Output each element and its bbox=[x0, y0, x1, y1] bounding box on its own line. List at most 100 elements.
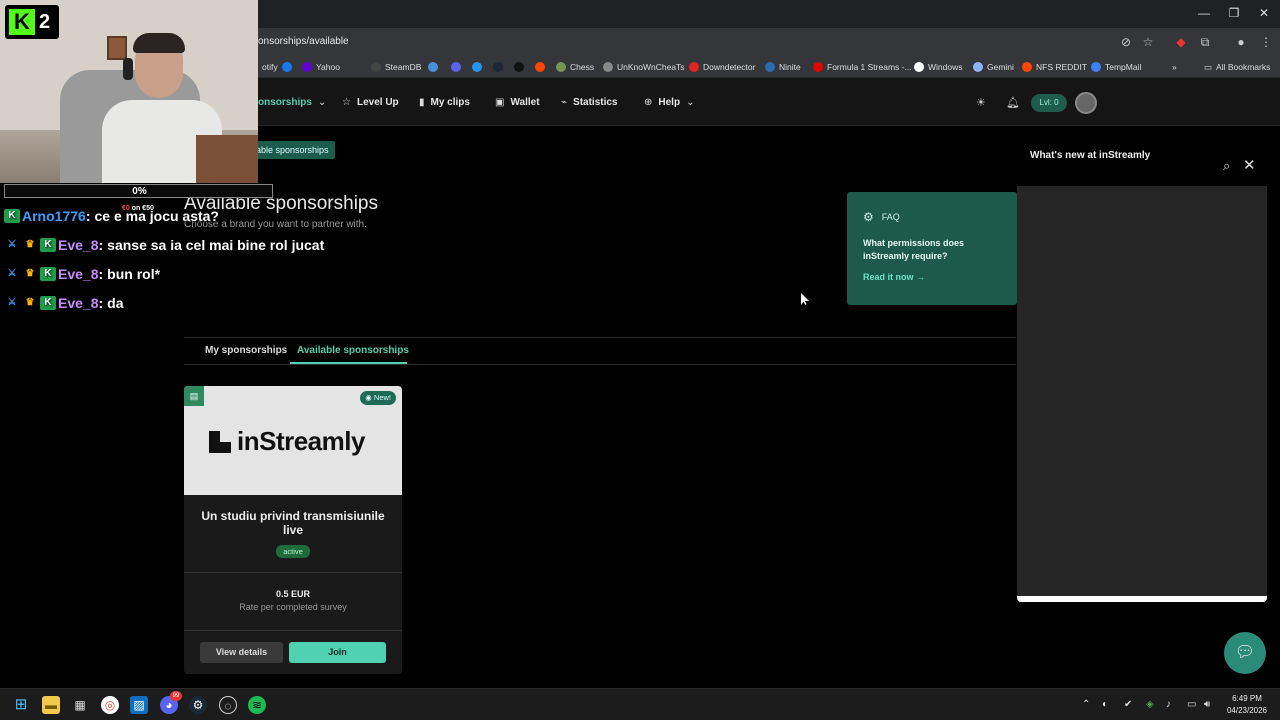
sub-badge-icon: K bbox=[40, 296, 56, 310]
nav-wallet-label: Wallet bbox=[510, 97, 540, 108]
all-bookmarks[interactable]: ▭ All Bookmarks bbox=[1204, 60, 1270, 74]
bookmarks-overflow-icon[interactable]: » bbox=[1172, 60, 1177, 74]
close-window-button[interactable]: ✕ bbox=[1256, 6, 1272, 20]
eye-off-icon[interactable]: ⊘ bbox=[1118, 34, 1134, 50]
nav-level-up[interactable]: ☆ Level Up bbox=[342, 97, 399, 108]
nav-help[interactable]: ⊕ Help ⌄ bbox=[644, 97, 694, 108]
nav-help-label: Help bbox=[658, 97, 681, 108]
shield-icon[interactable]: ◈ bbox=[1146, 699, 1154, 710]
steamdb-icon bbox=[371, 62, 381, 72]
chat-text: da bbox=[107, 295, 124, 311]
bookmark-yahoo[interactable]: Yahoo bbox=[302, 60, 340, 74]
restore-button[interactable]: ❐ bbox=[1226, 6, 1242, 20]
nav-my-clips[interactable]: ▮ My clips bbox=[419, 97, 470, 108]
tab-available-sponsorships[interactable]: Available sponsorships bbox=[297, 345, 409, 356]
nav-wallet[interactable]: ▣ Wallet bbox=[495, 97, 540, 108]
reddit-icon bbox=[1022, 62, 1032, 72]
chat-support-icon[interactable]: 💬︎ bbox=[1224, 632, 1266, 674]
spotify-icon[interactable]: ≋ bbox=[248, 696, 266, 714]
f1-icon bbox=[813, 62, 823, 72]
clock[interactable]: 6:49 PM 04/23/2026 bbox=[1222, 693, 1272, 717]
tempmail-icon bbox=[1091, 62, 1101, 72]
divider bbox=[184, 630, 402, 631]
chat-separator: : bbox=[98, 266, 104, 282]
windows-start-icon[interactable]: ⊞ bbox=[12, 696, 30, 714]
bookmark-target[interactable] bbox=[514, 60, 524, 74]
bookmark-gemini[interactable]: Gemini bbox=[973, 60, 1014, 74]
microphone-icon[interactable]: ♪ bbox=[1166, 699, 1171, 710]
chrome-icon[interactable]: ◎ bbox=[101, 696, 119, 714]
faq-read-link[interactable]: Read it now → bbox=[863, 272, 925, 282]
arrow-right-icon: → bbox=[916, 272, 926, 282]
sword-badge-icon: ⚔ bbox=[7, 239, 17, 250]
avatar[interactable] bbox=[1075, 92, 1097, 114]
steam-tray-icon[interactable]: ◐ bbox=[1102, 699, 1108, 710]
divider bbox=[184, 572, 402, 573]
chat-text: sanse sa ia cel mai bine rol jucat bbox=[107, 237, 325, 253]
extensions-puzzle-icon[interactable]: ⧉ bbox=[1197, 34, 1213, 50]
level-badge[interactable]: Lvl: 0 bbox=[1031, 94, 1067, 112]
brand-banner: ▤ ◉ New! inStreamly bbox=[184, 386, 402, 495]
steam-icon[interactable]: ⚙ bbox=[189, 696, 207, 714]
wallet-icon: ▣ bbox=[495, 97, 505, 108]
bookmark-formula-1-streams[interactable]: Formula 1 Streams -... bbox=[813, 60, 912, 74]
sponsorship-card[interactable]: ▤ ◉ New! inStreamly Un studiu privind tr… bbox=[184, 386, 402, 674]
bookmark-flathub[interactable] bbox=[428, 60, 438, 74]
help-icon: ⊕ bbox=[644, 97, 653, 108]
store-icon[interactable]: ▦ bbox=[71, 696, 89, 714]
bookmark-discord[interactable] bbox=[451, 60, 461, 74]
search-icon[interactable]: ⌕ bbox=[1223, 158, 1230, 174]
crown-badge-icon: ♛ bbox=[25, 239, 35, 250]
minimize-button[interactable]: — bbox=[1196, 6, 1212, 20]
bookmark-windows[interactable]: Windows bbox=[914, 60, 962, 74]
bookmark-tempmail[interactable]: TempMail bbox=[1091, 60, 1141, 74]
bookmark-steamdb[interactable]: SteamDB bbox=[371, 60, 421, 74]
star-bookmark-icon[interactable]: ☆ bbox=[1140, 34, 1156, 50]
gemini-icon bbox=[973, 62, 983, 72]
bookmark-nfs-reddit[interactable]: NFS REDDIT bbox=[1022, 60, 1087, 74]
tab-my-sponsorships[interactable]: My sponsorships bbox=[205, 345, 287, 356]
breadcrumb[interactable]: able sponsorships bbox=[250, 141, 335, 159]
view-details-button[interactable]: View details bbox=[200, 642, 283, 663]
extension-shield-icon[interactable]: ◆ bbox=[1173, 34, 1189, 50]
nav-statistics[interactable]: ⌁ Statistics bbox=[561, 97, 618, 108]
mouse-cursor bbox=[801, 293, 809, 305]
profile-icon[interactable]: ● bbox=[1233, 34, 1249, 50]
chat-separator: : bbox=[85, 208, 91, 224]
flame-icon: ◉ bbox=[365, 393, 374, 402]
close-icon[interactable]: ✕ bbox=[1243, 156, 1256, 174]
downdetector-icon bbox=[689, 62, 699, 72]
wall-icon-frame bbox=[107, 36, 127, 60]
nav-sponsorships-label: onsorships bbox=[258, 97, 312, 108]
ninite-icon bbox=[765, 62, 775, 72]
bookmark-steam[interactable] bbox=[493, 60, 503, 74]
discord-badge: 99 bbox=[170, 691, 182, 701]
join-button[interactable]: Join bbox=[289, 642, 386, 663]
menu-kebab-icon[interactable]: ⋮ bbox=[1258, 34, 1274, 50]
nav-sponsorships[interactable]: onsorships ⌄ bbox=[258, 97, 326, 108]
url-text[interactable]: onsorships/available bbox=[258, 36, 349, 47]
active-tab-indicator bbox=[290, 362, 407, 364]
sword-badge-icon: ⚔ bbox=[7, 297, 17, 308]
volume-icon[interactable]: 🔊︎ bbox=[1204, 699, 1210, 710]
tray-overflow-icon[interactable]: ⌃ bbox=[1082, 699, 1090, 710]
panel-footer bbox=[1017, 596, 1267, 602]
bookmark-unknowncheats[interactable]: UnKnoWnCheaTs bbox=[603, 60, 685, 74]
brand-logo: inStreamly bbox=[209, 426, 365, 457]
tray-app-icon[interactable]: ✔ bbox=[1124, 699, 1132, 710]
steam-icon bbox=[493, 62, 503, 72]
bookmark-facebook[interactable] bbox=[282, 60, 292, 74]
obs-icon[interactable]: ◌ bbox=[219, 696, 237, 714]
file-explorer-icon[interactable]: ▬ bbox=[42, 696, 60, 714]
chat-message: K Arno1776: ce e ma jocu asta? bbox=[4, 208, 219, 224]
chat-text: ce e ma jocu asta? bbox=[94, 208, 219, 224]
bookmark-ninite[interactable]: Ninite bbox=[765, 60, 801, 74]
bookmark-chess[interactable]: Chess bbox=[556, 60, 594, 74]
bookmark-circle[interactable] bbox=[472, 60, 482, 74]
network-icon[interactable]: ▭ bbox=[1187, 699, 1196, 710]
photos-icon[interactable]: ▨ bbox=[130, 696, 148, 714]
theme-toggle-icon[interactable]: ☀ bbox=[976, 96, 986, 109]
bookmark-downdetector[interactable]: Downdetector bbox=[689, 60, 755, 74]
bell-icon[interactable]: 🔔︎ bbox=[1006, 96, 1020, 109]
bookmark-reddit[interactable] bbox=[535, 60, 545, 74]
